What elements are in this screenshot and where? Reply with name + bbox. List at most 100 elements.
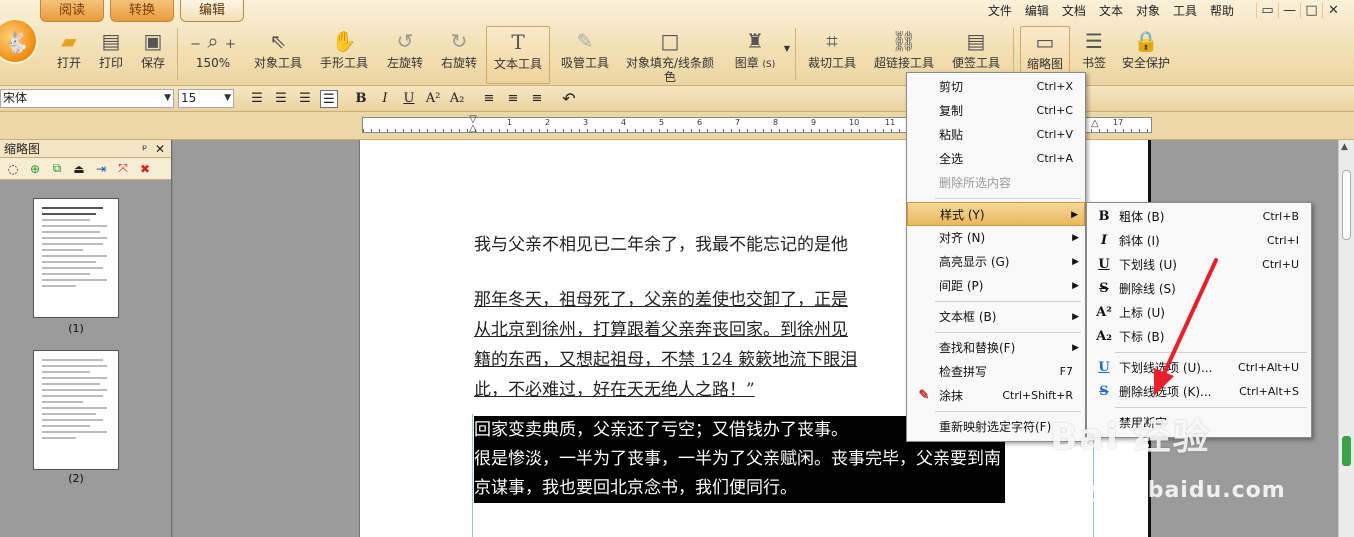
menu-item-style[interactable]: 样式 (Y) ▶	[907, 202, 1085, 226]
note-icon: ▤	[966, 29, 986, 53]
print-button[interactable]: ▤ 打印	[94, 26, 128, 84]
watermark-url: jingyan.baidu.com	[1040, 478, 1286, 503]
submenu-arrow-icon: ▶	[1072, 257, 1079, 267]
underline-icon[interactable]: U	[400, 90, 418, 108]
stamp-icon: ♜	[746, 29, 764, 53]
floppy-icon: ▣	[143, 29, 163, 53]
tab-convert[interactable]: 转换	[110, 0, 174, 22]
font-size-select[interactable]: 15 ▼	[178, 89, 234, 108]
security-button[interactable]: 🔒 安全保护	[1118, 26, 1174, 84]
stamp-button[interactable]: ♜ 图章 (S)	[728, 26, 782, 84]
font-family-select[interactable]: 宋体 ▼	[0, 89, 174, 108]
insert-page-icon[interactable]: ⧉	[46, 161, 68, 176]
superscript-icon[interactable]: A²	[424, 90, 442, 108]
minimize-icon[interactable]: —	[1278, 2, 1300, 18]
line-spacing-2-icon[interactable]: ≡	[504, 90, 522, 108]
bold-icon[interactable]: B	[352, 90, 370, 108]
printer-icon: ▤	[101, 29, 121, 53]
thumbnail-panel-header: 缩略图 ᵖ ✕	[0, 140, 171, 158]
menu-item-spacing[interactable]: 间距 (P) ▶	[907, 274, 1085, 298]
eyedropper-icon: ✎	[576, 29, 594, 53]
line-spacing-3-icon[interactable]: ≡	[528, 90, 546, 108]
extract-page-icon[interactable]: ⏏	[68, 162, 90, 176]
close-icon[interactable]: ✕	[155, 142, 165, 156]
move-page-icon[interactable]: ⇥	[90, 162, 112, 176]
menu-item-cut[interactable]: 剪切 Ctrl+X	[907, 75, 1085, 99]
close-icon[interactable]: ✕	[1322, 2, 1344, 18]
fill-line-color-button[interactable]: □ 对象填充/线条颜 色	[622, 26, 718, 84]
align-left-icon[interactable]: ☰	[248, 90, 266, 108]
page-thumbnail-1[interactable]	[33, 198, 119, 318]
rotate-page-icon[interactable]: ◌	[2, 162, 24, 176]
tab-read[interactable]: 阅读	[40, 0, 104, 22]
menu-item-find-replace[interactable]: 查找和替换(F) ▶	[907, 336, 1085, 360]
menu-item-copy[interactable]: 复制 Ctrl+C	[907, 99, 1085, 123]
hand-tool-button[interactable]: ✋ 手形工具	[318, 26, 370, 84]
italic-icon[interactable]: I	[376, 90, 394, 108]
scrollbar-thumb[interactable]	[1342, 170, 1351, 240]
rotate-right-button[interactable]: ↻ 右旋转	[438, 26, 480, 84]
zoom-out-icon[interactable]: −	[190, 37, 201, 52]
menu-object[interactable]: 对象	[1136, 2, 1160, 19]
paragraph-1[interactable]: 我与父亲不相见已二年余了，我最不能忘记的是他	[474, 230, 848, 255]
text-tool-button[interactable]: T 文本工具	[486, 26, 550, 84]
align-right-icon[interactable]: ☰	[296, 90, 314, 108]
menu-divider	[935, 332, 1081, 333]
context-menu: 剪切 Ctrl+X 复制 Ctrl+C 粘贴 Ctrl+V 全选 Ctrl+A 删除所选…	[906, 72, 1086, 442]
paragraph-2[interactable]: 那年冬天，祖母死了，父亲的差使也交卸了，正是 从北京到徐州，打算跟着父亲奔丧回家…	[474, 285, 857, 405]
crop-page-icon[interactable]: ⤧	[112, 161, 134, 176]
delete-page-icon[interactable]: ✖	[134, 162, 156, 176]
menu-item-highlight[interactable]: 高亮显示 (G) ▶	[907, 250, 1085, 274]
right-indent-marker-icon[interactable]: △	[1091, 115, 1099, 137]
page-thumbnail-2[interactable]	[33, 350, 119, 470]
strikethrough-icon: S	[1099, 281, 1109, 296]
maximize-icon[interactable]: □	[1300, 2, 1322, 18]
crop-tool-button[interactable]: ⌗ 裁切工具	[804, 26, 860, 84]
left-indent-marker-icon[interactable]: ▽ △	[469, 115, 477, 137]
align-center-icon[interactable]: ☰	[272, 90, 290, 108]
menu-item-paste[interactable]: 粘贴 Ctrl+V	[907, 123, 1085, 147]
menu-item-align[interactable]: 对齐 (N) ▶	[907, 226, 1085, 250]
scroll-up-icon[interactable]: ▲	[1341, 142, 1348, 152]
vertical-scrollbar[interactable]: ▲	[1338, 140, 1354, 537]
chevron-down-icon: ▼	[164, 93, 171, 103]
open-button[interactable]: ▰ 打开	[52, 26, 86, 84]
fill-square-icon: □	[660, 29, 680, 53]
object-tool-button[interactable]: ⇖ 对象工具	[252, 26, 304, 84]
undo-icon[interactable]: ↶	[560, 90, 578, 108]
window-controls: ▭ — □ ✕	[1256, 2, 1344, 18]
menu-item-spellcheck[interactable]: 检查拼写 F7	[907, 360, 1085, 384]
folder-icon: ▰	[61, 29, 77, 53]
rotate-left-icon: ↺	[396, 29, 414, 53]
app-logo[interactable]: 🐇	[0, 18, 40, 64]
menu-tools[interactable]: 工具	[1173, 2, 1197, 19]
menu-file[interactable]: 文件	[988, 2, 1012, 19]
crop-icon: ⌗	[826, 29, 838, 53]
tab-edit[interactable]: 编辑	[180, 0, 244, 22]
restore-icon[interactable]: ▭	[1256, 2, 1278, 18]
menu-text[interactable]: 文本	[1099, 2, 1123, 19]
menu-divider	[935, 198, 1081, 199]
eyedropper-button[interactable]: ✎ 吸管工具	[556, 26, 614, 84]
toolbar-separator	[795, 28, 796, 80]
zoom-control[interactable]: − ⌕ + 150%	[182, 26, 244, 84]
line-spacing-1-icon[interactable]: ≡	[480, 90, 498, 108]
zoom-in-icon[interactable]: +	[225, 37, 236, 52]
menu-item-redact[interactable]: ✎ 涂抹 Ctrl+Shift+R	[907, 384, 1085, 408]
pin-icon[interactable]: ᵖ	[142, 142, 147, 156]
save-button[interactable]: ▣ 保存	[136, 26, 170, 84]
thumbnail-panel: 缩略图 ᵖ ✕ ◌ ⊕ ⧉ ⏏ ⇥ ⤧ ✖ (1) (2)	[0, 140, 172, 537]
align-justify-icon[interactable]: ☰	[320, 90, 338, 108]
format-toolbar: 宋体 ▼ 15 ▼ ☰ ☰ ☰ ☰ B I U A² A₂ ≡ ≡ ≡ ↶	[0, 86, 1354, 112]
add-page-icon[interactable]: ⊕	[24, 162, 46, 176]
subscript-icon[interactable]: A₂	[448, 90, 466, 108]
menu-item-textbox[interactable]: 文本框 (B) ▶	[907, 305, 1085, 329]
rotate-left-button[interactable]: ↺ 左旋转	[384, 26, 426, 84]
submenu-item-bold[interactable]: B 粗体 (B) Ctrl+B	[1087, 205, 1311, 229]
menu-help[interactable]: 帮助	[1210, 2, 1234, 19]
menu-item-select-all[interactable]: 全选 Ctrl+A	[907, 147, 1085, 171]
menu-edit[interactable]: 编辑	[1025, 2, 1049, 19]
scroll-indicator	[1342, 436, 1351, 466]
subscript-icon: A₂	[1096, 329, 1112, 344]
menu-document[interactable]: 文档	[1062, 2, 1086, 19]
